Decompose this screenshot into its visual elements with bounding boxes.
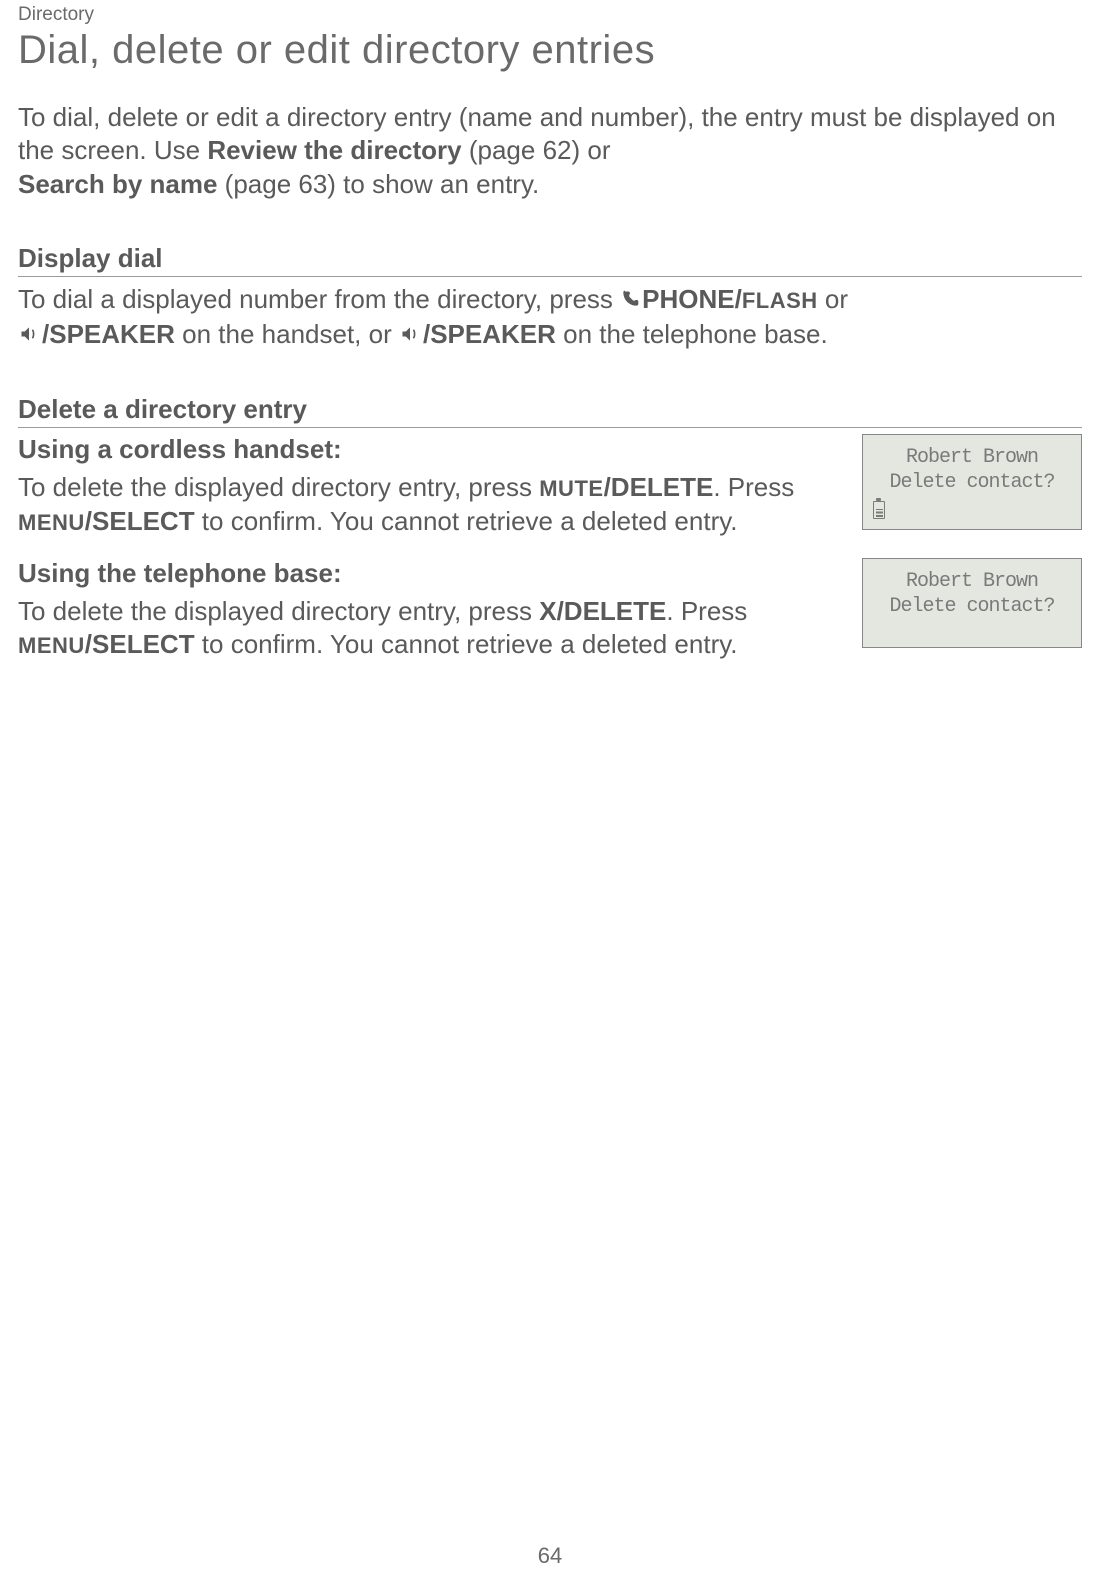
intro-or: or <box>587 135 610 165</box>
flash-label: FLASH <box>742 288 818 313</box>
base-pre: To delete the displayed directory entry,… <box>18 596 539 626</box>
display-dial-body: To dial a displayed number from the dire… <box>18 283 1082 353</box>
intro-paragraph: To dial, delete or edit a directory entr… <box>18 101 1082 201</box>
lcd1-line2: Delete contact? <box>871 470 1073 495</box>
display-dial-end: on the telephone base. <box>556 319 828 349</box>
delete-entry-heading: Delete a directory entry <box>18 394 1082 428</box>
lcd2-line1: Robert Brown <box>871 569 1073 594</box>
page-title: Dial, delete or edit directory entries <box>18 28 1082 73</box>
base-paragraph: To delete the displayed directory entry,… <box>18 595 838 662</box>
handset-row: Using a cordless handset: To delete the … <box>18 434 1082 538</box>
handset-paragraph: To delete the displayed directory entry,… <box>18 471 838 538</box>
select-label: /SELECT <box>85 506 195 536</box>
speaker-label-2: /SPEAKER <box>423 319 556 349</box>
review-page-ref: (page 62) <box>462 135 588 165</box>
handset-period: . Press <box>713 472 794 502</box>
handset-pre: To delete the displayed directory entry,… <box>18 472 539 502</box>
handset-lcd-screen: Robert Brown Delete contact? <box>862 434 1082 530</box>
display-dial-heading: Display dial <box>18 243 1082 277</box>
breadcrumb: Directory <box>18 4 1082 26</box>
mute-label: MUTE <box>539 476 603 501</box>
phone-label: PHONE/ <box>642 284 742 314</box>
search-page-ref: (page 63) to show an entry. <box>217 169 539 199</box>
base-text-col: Using the telephone base: To delete the … <box>18 558 838 662</box>
lcd2-line2: Delete contact? <box>871 594 1073 619</box>
display-dial-or: or <box>818 284 848 314</box>
base-lcd-screen: Robert Brown Delete contact? <box>862 558 1082 648</box>
handset-text-col: Using a cordless handset: To delete the … <box>18 434 838 538</box>
search-by-name-label: Search by name <box>18 169 217 199</box>
speaker-icon <box>399 319 421 352</box>
battery-icon <box>873 501 885 519</box>
delete-label: /DELETE <box>604 472 714 502</box>
xdelete-label: X/DELETE <box>539 596 666 626</box>
base-period: . Press <box>666 596 747 626</box>
page-number: 64 <box>0 1543 1100 1569</box>
handset-end: to confirm. You cannot retrieve a delete… <box>195 506 738 536</box>
menu-label: MENU <box>18 510 85 535</box>
handset-subheading: Using a cordless handset: <box>18 434 838 465</box>
select-label-2: /SELECT <box>85 629 195 659</box>
base-subheading: Using the telephone base: <box>18 558 838 589</box>
base-end: to confirm. You cannot retrieve a delete… <box>195 629 738 659</box>
base-row: Using the telephone base: To delete the … <box>18 558 1082 662</box>
lcd1-line1: Robert Brown <box>871 445 1073 470</box>
display-dial-pre: To dial a displayed number from the dire… <box>18 284 620 314</box>
display-dial-mid: on the handset, or <box>175 319 399 349</box>
phone-icon <box>620 284 640 317</box>
review-directory-label: Review the directory <box>207 135 461 165</box>
speaker-label-1: /SPEAKER <box>42 319 175 349</box>
speaker-icon <box>18 319 40 352</box>
menu-label-2: MENU <box>18 633 85 658</box>
